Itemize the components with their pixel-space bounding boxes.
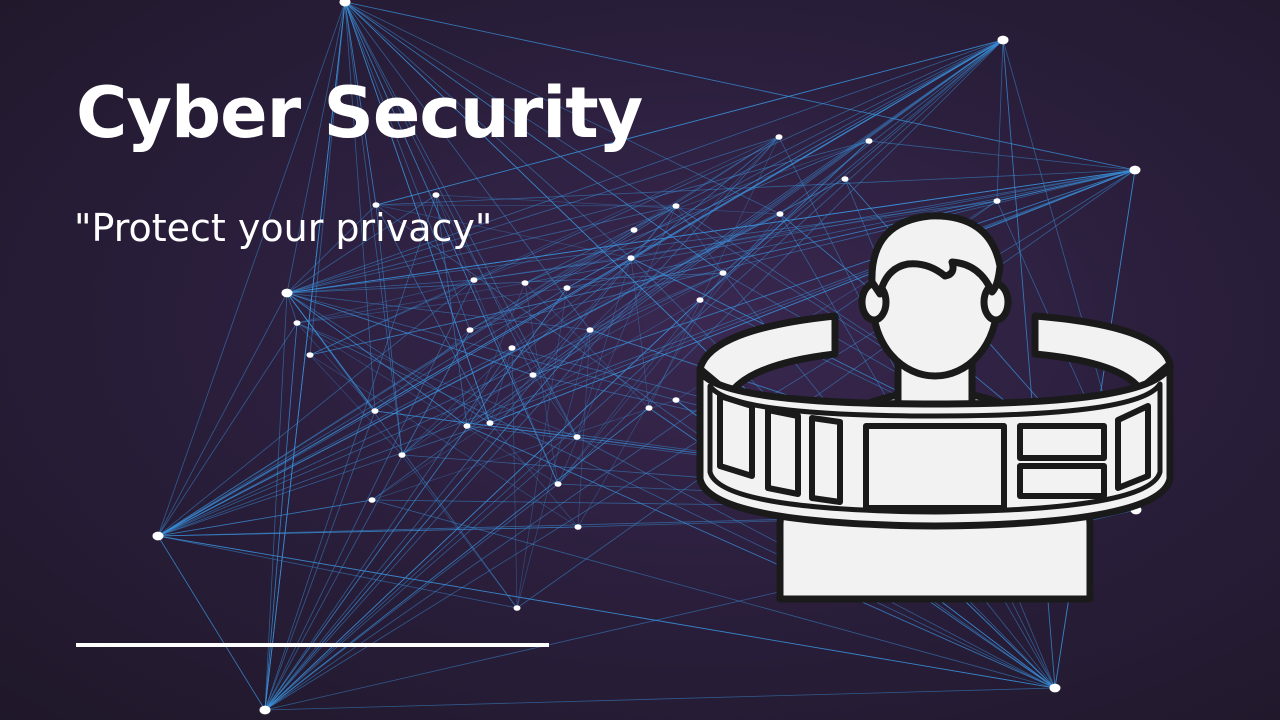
network-node — [259, 705, 271, 715]
network-node — [486, 420, 494, 426]
network-node — [152, 531, 164, 541]
network-node — [398, 452, 406, 458]
title-underline — [76, 643, 549, 647]
network-line — [264, 322, 298, 711]
network-line — [511, 347, 518, 609]
network-line — [264, 407, 650, 711]
network-node — [508, 345, 516, 351]
network-node — [645, 405, 653, 411]
network-line — [466, 282, 526, 427]
network-node — [513, 605, 521, 611]
network-node — [672, 397, 680, 403]
network-node — [775, 134, 783, 140]
network-node — [865, 138, 873, 144]
network-node — [466, 327, 474, 333]
network-node — [563, 285, 571, 291]
network-line — [401, 454, 518, 609]
network-node — [672, 203, 680, 209]
network-node — [368, 497, 376, 503]
network-node — [1129, 165, 1141, 175]
network-node — [1049, 683, 1061, 693]
network-node — [306, 352, 314, 358]
network-line — [157, 526, 579, 537]
network-node — [993, 198, 1001, 204]
network-node — [574, 524, 582, 530]
network-node — [470, 277, 478, 283]
network-node — [630, 227, 638, 233]
network-node — [554, 481, 562, 487]
person-surrounded-by-screens-icon — [696, 212, 1174, 603]
network-node — [573, 434, 581, 440]
network-line — [489, 299, 701, 424]
network-node — [371, 408, 379, 414]
slide-title: Cyber Security — [76, 72, 643, 154]
network-line — [157, 535, 266, 711]
network-line — [868, 140, 1136, 171]
network-node — [521, 280, 529, 286]
network-line — [157, 272, 724, 537]
network-line — [516, 329, 591, 609]
network-line — [286, 292, 491, 424]
network-line — [286, 292, 518, 609]
network-node — [432, 192, 440, 198]
network-line — [779, 39, 1004, 215]
network-line — [371, 422, 491, 501]
network-line — [286, 292, 298, 324]
network-line — [996, 39, 1004, 202]
network-line — [157, 347, 513, 537]
network-line — [286, 292, 376, 412]
network-line — [157, 374, 534, 537]
network-line — [264, 436, 578, 711]
network-line — [157, 292, 288, 537]
network-node — [529, 372, 537, 378]
network-node — [627, 255, 635, 261]
network-node — [463, 423, 471, 429]
network-line — [516, 287, 568, 609]
network-node — [997, 35, 1009, 45]
network-node — [841, 176, 849, 182]
slide: Cyber Security "Protect your privacy" — [0, 0, 1280, 720]
network-node — [281, 288, 293, 298]
network-line — [557, 299, 701, 485]
network-line — [296, 322, 376, 412]
network-node — [293, 320, 301, 326]
network-line — [157, 499, 373, 537]
slide-subtitle: "Protect your privacy" — [74, 206, 493, 250]
network-line — [264, 687, 1056, 711]
network-node — [586, 327, 594, 333]
